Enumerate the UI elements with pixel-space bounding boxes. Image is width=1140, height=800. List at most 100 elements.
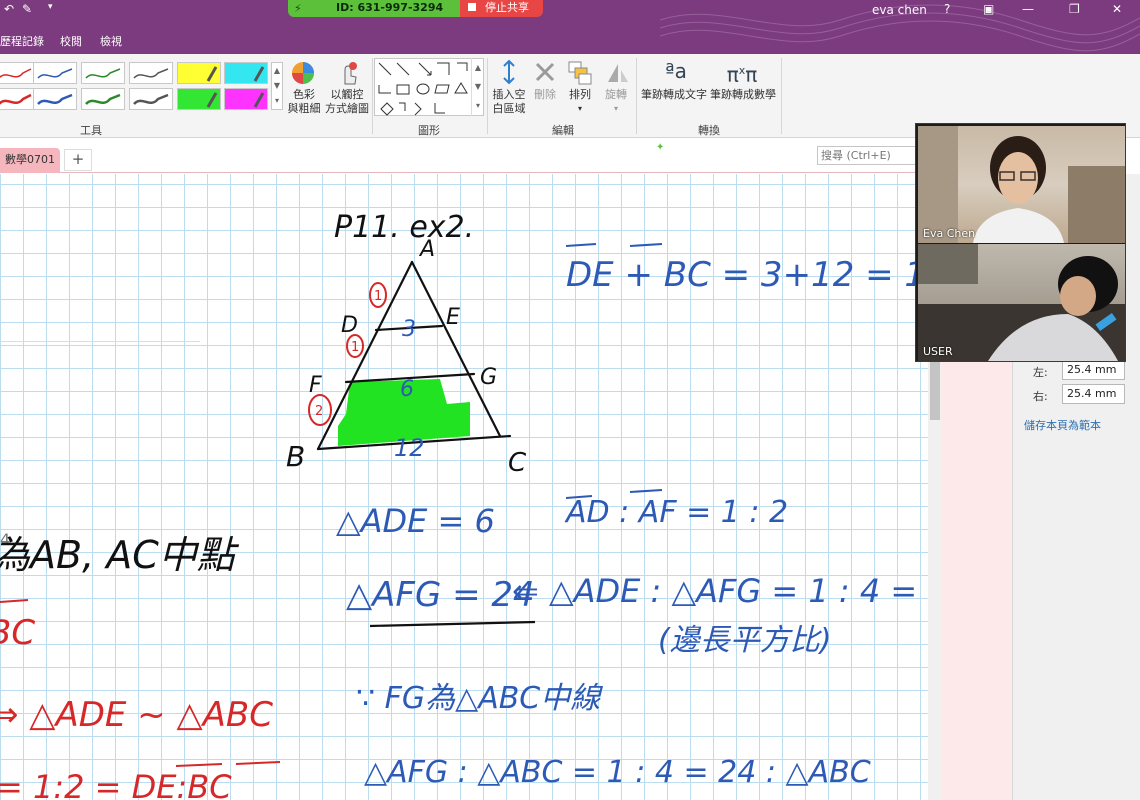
undo-icon[interactable]: ↶ xyxy=(4,2,14,16)
area-ade: △ADE = 6 xyxy=(336,502,495,540)
note-side-ratio: (邊長平方比) xyxy=(658,623,831,658)
touch-draw-icon xyxy=(344,62,357,85)
highlighter-green[interactable] xyxy=(177,88,221,110)
touch-button-line2: 方式繪圖 xyxy=(325,102,369,115)
pen-gallery-scroll[interactable]: ▲ ▼ ▾ xyxy=(271,62,283,110)
tab-math-0701[interactable]: 數學0701 xyxy=(0,148,60,173)
participant-2-image xyxy=(918,244,1125,361)
pen-green-thick[interactable] xyxy=(81,88,125,110)
arrange-dropdown-icon: ▾ xyxy=(577,104,582,113)
touch-button-line1: 以觸控 xyxy=(330,88,364,101)
title-text: P11. ex2. xyxy=(334,210,474,245)
arrange-label: 排列 xyxy=(569,88,591,101)
stop-icon xyxy=(468,3,476,11)
participant-1-name: Eva Chen xyxy=(923,227,976,240)
red-overlines xyxy=(0,599,281,767)
insert-space-line1: 插入空 xyxy=(492,88,526,101)
page-tab-row: 數學0701 + ✦ 搜尋 (Ctrl+E) xyxy=(0,139,937,173)
participant-1-image xyxy=(918,126,1125,243)
pen-green-thin[interactable] xyxy=(81,62,125,84)
note-canvas[interactable]: 4 P11. ex2. A D E F G B C 為AB, AC中點 1 1 … xyxy=(0,174,928,800)
left-note-ratio: = 1:2 = DE:BC xyxy=(0,768,232,800)
arrange-icon xyxy=(568,61,592,85)
meeting-id-text: ID: 631-997-3294 xyxy=(336,1,444,14)
pen-quick-icon[interactable]: ✎ xyxy=(22,2,32,16)
underline xyxy=(369,620,536,628)
rotate-icon xyxy=(608,64,628,82)
drag-handle-icon[interactable]: ⚡ xyxy=(294,1,302,17)
left-note-midpoints: 為AB, AC中點 xyxy=(0,533,240,577)
shapes-gallery-icons xyxy=(378,62,468,116)
color-button-line2: 與粗細 xyxy=(287,102,321,115)
reason-midline: ∵ FG為△ABC中線 xyxy=(356,681,603,716)
decorative-wave xyxy=(660,4,1140,52)
ribbon-separator xyxy=(781,58,782,134)
ratio-afg-abc: △AFG : △ABC = 1 : 4 = 24 : △ABC xyxy=(364,755,871,790)
segment-fg-value: 6 xyxy=(400,377,414,402)
label-a: A xyxy=(418,237,435,262)
stop-share-button[interactable]: 停止共享 xyxy=(460,0,543,17)
shapes-gallery-scroll[interactable]: ▲ ▼ ▾ xyxy=(471,58,484,116)
sparkle-icon: ✦ xyxy=(656,142,665,153)
group-label-tools: 工具 xyxy=(80,124,102,137)
color-button-line1: 色彩 xyxy=(293,88,315,101)
label-f: F xyxy=(309,373,322,398)
segment-de-value: 3 xyxy=(402,317,416,342)
group-label-shapes: 圖形 xyxy=(418,124,440,137)
label-b: B xyxy=(286,440,305,473)
highlighter-magenta[interactable] xyxy=(224,88,268,110)
insert-space-line2: 白區域 xyxy=(492,102,526,115)
right-margin-input[interactable]: 25.4 mm xyxy=(1062,384,1125,404)
ribbon-separator xyxy=(487,58,488,134)
left-note-similar: ⇒ △ADE ~ △ABC xyxy=(0,695,273,735)
pen-blue-thin[interactable] xyxy=(33,62,77,84)
shapes-gallery[interactable] xyxy=(374,58,484,116)
participant-2-name: USER xyxy=(923,345,953,358)
ink-to-math-icon: πxπ xyxy=(726,62,758,87)
label-e: E xyxy=(446,305,460,330)
rotate-button[interactable]: 旋轉 ▾ xyxy=(600,88,632,116)
highlighter-cyan[interactable] xyxy=(224,62,268,84)
left-note-bc: BC xyxy=(0,613,35,653)
arrange-button[interactable]: 排列 ▾ xyxy=(565,88,595,116)
right-margin-label: 右: xyxy=(1033,390,1048,403)
insert-space-button[interactable]: 插入空 白區域 xyxy=(490,88,528,116)
stop-share-label: 停止共享 xyxy=(485,1,529,14)
meeting-id-badge[interactable]: ⚡ ID: 631-997-3294 xyxy=(288,0,460,17)
ink-to-text-icon: ªa xyxy=(665,59,687,83)
pen-blue-thick[interactable] xyxy=(33,88,77,110)
pen-red-thin[interactable] xyxy=(0,62,36,84)
mark-one: 1 xyxy=(374,289,382,304)
ratio-chain: ⇐ △ADE : △AFG = 1 : 4 = 6 : △AF xyxy=(512,572,928,610)
video-tile-eva[interactable]: Eva Chen xyxy=(918,126,1125,243)
rotate-dropdown-icon: ▾ xyxy=(613,104,618,113)
menu-item-view[interactable]: 檢視 xyxy=(100,33,122,49)
color-wheel-icon xyxy=(292,62,314,84)
menu-item-review[interactable]: 校閱 xyxy=(60,33,82,49)
handwriting-layer: P11. ex2. A D E F G B C 為AB, AC中點 1 1 2 … xyxy=(0,210,928,800)
label-g: G xyxy=(480,365,497,390)
video-panel[interactable]: Eva Chen USER xyxy=(915,123,1126,362)
menu-item-history[interactable]: 歷程記錄 xyxy=(0,33,44,49)
pen-red-thick[interactable] xyxy=(0,88,36,110)
sum-de-bc: DE + BC = 3+12 = 15 xyxy=(566,255,928,295)
video-tile-user[interactable]: USER xyxy=(918,244,1125,361)
area-afg: △AFG = 24 xyxy=(346,575,535,615)
add-section-button[interactable]: + xyxy=(64,149,92,171)
segment-bc-value: 12 xyxy=(394,434,425,462)
draw-with-touch-button[interactable]: 以觸控 方式繪圖 xyxy=(324,88,370,116)
pen-gray-thick[interactable] xyxy=(129,88,173,110)
ink-to-text-button[interactable]: 筆跡轉成文字 xyxy=(640,88,708,102)
pen-gray-thin[interactable] xyxy=(129,62,173,84)
save-as-template-link[interactable]: 儲存本頁為範本 xyxy=(1024,417,1101,433)
screen-share-bar: ⚡ ID: 631-997-3294 停止共享 xyxy=(288,0,543,17)
color-thickness-button[interactable]: 色彩 與粗細 xyxy=(286,88,322,116)
delete-button[interactable]: 刪除 xyxy=(530,88,560,102)
left-margin-input[interactable]: 25.4 mm xyxy=(1062,360,1125,380)
label-c: C xyxy=(508,448,527,478)
mark-one-b: 1 xyxy=(351,340,359,355)
highlighter-yellow[interactable] xyxy=(177,62,221,84)
delete-icon xyxy=(535,62,555,82)
customize-qa-icon[interactable]: ▾ xyxy=(48,2,53,12)
ink-to-math-button[interactable]: 筆跡轉成數學 xyxy=(708,88,778,102)
